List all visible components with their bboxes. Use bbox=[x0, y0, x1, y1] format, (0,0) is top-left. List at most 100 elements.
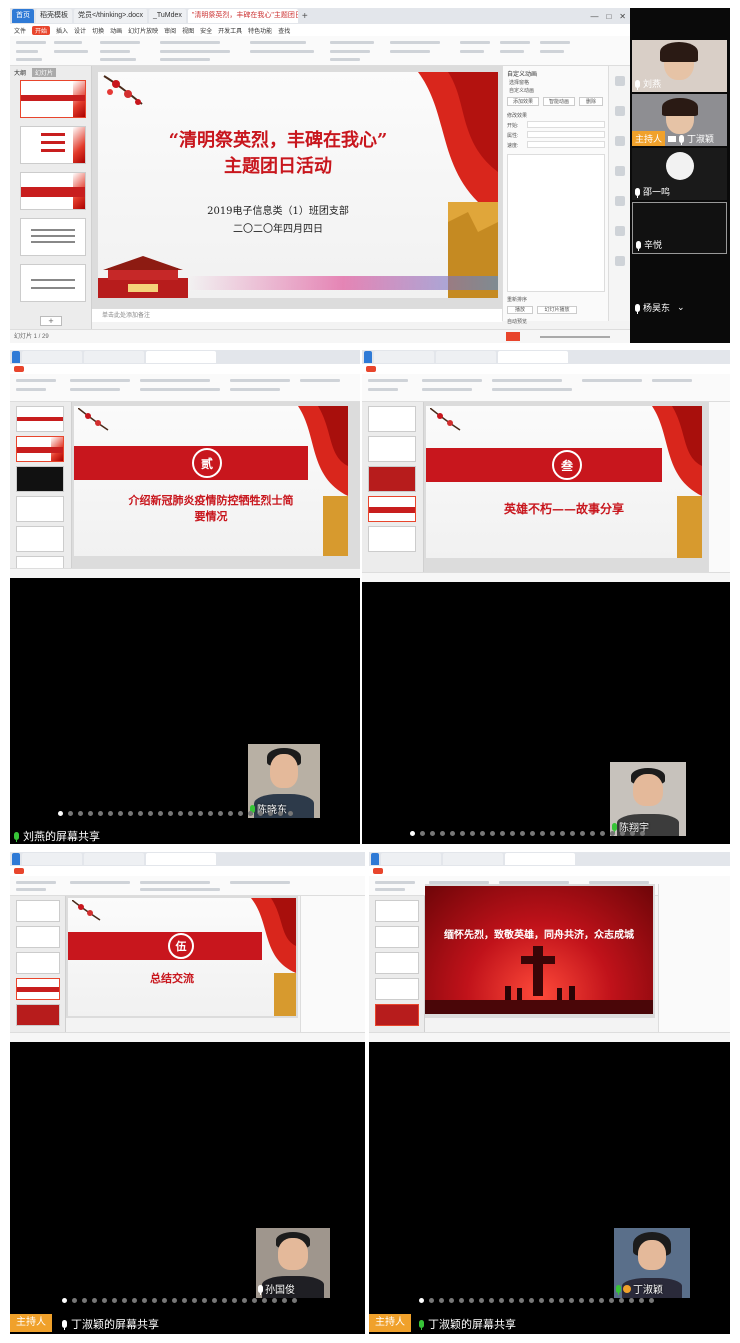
zoom-slider[interactable] bbox=[540, 336, 610, 338]
current-slide[interactable]: 缅怀先烈，致敬英雄，同舟共济，众志成城 bbox=[425, 886, 653, 1014]
start-select[interactable] bbox=[527, 121, 605, 128]
tab-doc[interactable] bbox=[381, 853, 441, 865]
video-tile[interactable]: 丁淑颖 bbox=[614, 1228, 690, 1298]
menu-review[interactable]: 审阅 bbox=[164, 26, 176, 35]
menu-start[interactable] bbox=[366, 366, 377, 372]
tab-home[interactable]: 首页 bbox=[12, 9, 34, 23]
tab-pptx[interactable] bbox=[505, 853, 575, 865]
new-tab-icon[interactable]: + bbox=[302, 11, 308, 22]
menu-file[interactable]: 文件 bbox=[14, 26, 26, 35]
tab-slides[interactable]: 幻灯片 bbox=[32, 68, 57, 77]
tab-doc[interactable] bbox=[22, 853, 82, 865]
tab-pptx[interactable]: "清明祭英烈，丰碑在我心"主题团日活动.pptx bbox=[187, 9, 298, 23]
tab-doc[interactable] bbox=[84, 351, 144, 363]
selection-pane-link[interactable]: 选择窗格 bbox=[509, 79, 529, 86]
tab-outline[interactable]: 大纲 bbox=[14, 68, 26, 77]
menu-insert[interactable]: 插入 bbox=[56, 26, 68, 35]
property-select[interactable] bbox=[527, 131, 605, 138]
menu-developer[interactable]: 开发工具 bbox=[218, 26, 242, 35]
tab-doc[interactable] bbox=[22, 351, 82, 363]
current-slide[interactable]: 叁 英雄不朽——故事分享 bbox=[426, 406, 702, 558]
tab-home[interactable] bbox=[12, 351, 20, 363]
chevron-down-icon[interactable]: ⌄ bbox=[677, 302, 685, 313]
menu-bar bbox=[10, 364, 360, 374]
side-tool-icon[interactable] bbox=[615, 106, 625, 116]
play-button[interactable] bbox=[506, 332, 520, 341]
page-indicator-dots[interactable] bbox=[419, 1298, 654, 1303]
notes-bar[interactable]: 单击此处添加备注 bbox=[92, 308, 502, 322]
tiananmen-decoration bbox=[98, 256, 188, 298]
menu-design[interactable]: 设计 bbox=[74, 26, 86, 35]
page-indicator-dots[interactable] bbox=[58, 811, 293, 816]
menu-features[interactable]: 特色功能 bbox=[248, 26, 272, 35]
participant-name: 孙国俊 bbox=[265, 1285, 295, 1296]
page-indicator-dots[interactable] bbox=[410, 831, 645, 836]
participant-tile[interactable]: 主持人 丁淑颖 bbox=[632, 94, 727, 146]
side-tool-icon[interactable] bbox=[615, 136, 625, 146]
menu-start[interactable] bbox=[14, 366, 25, 372]
video-tile[interactable]: 陈晓东 bbox=[248, 744, 320, 818]
tab-doc[interactable] bbox=[436, 351, 496, 363]
slide-thumbnail[interactable] bbox=[20, 80, 86, 118]
menu-security[interactable]: 安全 bbox=[200, 26, 212, 35]
current-slide[interactable]: 伍 总结交流 bbox=[68, 898, 296, 1016]
auto-preview-checkbox[interactable]: 自动预览 bbox=[507, 318, 527, 325]
menu-animation[interactable]: 动画 bbox=[110, 26, 122, 35]
tab-doc[interactable] bbox=[374, 351, 434, 363]
current-slide[interactable]: 贰 介绍新冠肺炎疫情防控牺牲烈士简 要情况 bbox=[74, 406, 348, 556]
tab-tumdex[interactable]: _TuMdex bbox=[148, 9, 186, 23]
mic-icon bbox=[612, 822, 617, 833]
slideshow-button[interactable]: 幻灯片播放 bbox=[537, 306, 577, 314]
current-slide[interactable]: “清明祭英烈，丰碑在我心” 主题团日活动 2019电子信息类（1）班团支部 二〇… bbox=[98, 72, 498, 298]
menu-search[interactable]: 查找 bbox=[278, 26, 290, 35]
side-tool-icon[interactable] bbox=[615, 196, 625, 206]
animation-list[interactable] bbox=[507, 154, 605, 292]
menu-start[interactable]: 开始 bbox=[32, 25, 51, 35]
custom-animation-link[interactable]: 自定义动画 bbox=[509, 87, 534, 94]
wps-window: 伍 总结交流 bbox=[10, 852, 365, 1042]
tab-doc[interactable]: 党员</thinking>.docx bbox=[74, 9, 147, 23]
mic-icon bbox=[635, 187, 640, 198]
slide-thumbnail[interactable] bbox=[20, 126, 86, 164]
speed-select[interactable] bbox=[527, 141, 605, 148]
menu-start[interactable] bbox=[14, 868, 25, 874]
side-tool-icon[interactable] bbox=[615, 166, 625, 176]
tab-doc[interactable] bbox=[84, 853, 144, 865]
side-tool-icon[interactable] bbox=[615, 226, 625, 236]
minimize-icon[interactable]: — bbox=[590, 12, 598, 21]
menu-start[interactable] bbox=[373, 868, 384, 874]
slide-thumbnail[interactable] bbox=[20, 218, 86, 256]
tab-pptx[interactable] bbox=[498, 351, 568, 363]
slide-outline-pane: 大纲 幻灯片 + bbox=[10, 66, 92, 333]
side-tool-icon[interactable] bbox=[615, 256, 625, 266]
tab-doc[interactable] bbox=[443, 853, 503, 865]
tab-home[interactable] bbox=[364, 351, 372, 363]
menu-view[interactable]: 视图 bbox=[182, 26, 194, 35]
avatar bbox=[666, 152, 694, 180]
close-icon[interactable]: ✕ bbox=[619, 12, 626, 21]
add-slide-button[interactable]: + bbox=[40, 316, 62, 326]
video-tile[interactable]: 陈翔宇 bbox=[610, 762, 686, 836]
maximize-icon[interactable]: □ bbox=[606, 12, 611, 21]
delete-button[interactable]: 删除 bbox=[579, 97, 603, 106]
participant-tile[interactable]: 杨昊东 ⌄ bbox=[632, 286, 727, 316]
tab-pptx[interactable] bbox=[146, 351, 216, 363]
participant-tile[interactable]: 邵一鸣 bbox=[632, 148, 727, 200]
tab-home[interactable] bbox=[12, 853, 20, 865]
tab-pptx[interactable] bbox=[146, 853, 216, 865]
participant-tile[interactable]: 刘燕 bbox=[632, 40, 727, 92]
slide-thumbnail[interactable] bbox=[20, 264, 86, 302]
play-effect-button[interactable]: 播放 bbox=[507, 306, 533, 314]
menu-slideshow[interactable]: 幻灯片放映 bbox=[128, 26, 158, 35]
tab-home[interactable] bbox=[371, 853, 379, 865]
page-indicator-dots[interactable] bbox=[62, 1298, 297, 1303]
video-tile[interactable]: 孙国俊 bbox=[256, 1228, 330, 1298]
menu-transition[interactable]: 切换 bbox=[92, 26, 104, 35]
smart-animation-button[interactable]: 智能动画 bbox=[543, 97, 575, 106]
slide-thumbnail[interactable] bbox=[20, 172, 86, 210]
add-effect-button[interactable]: 添加效果 bbox=[507, 97, 539, 106]
tab-docer[interactable]: 稻壳模板 bbox=[36, 9, 72, 23]
side-tool-icon[interactable] bbox=[615, 76, 625, 86]
camera-icon bbox=[668, 135, 677, 142]
participant-tile[interactable]: 辛悦 bbox=[632, 202, 727, 254]
